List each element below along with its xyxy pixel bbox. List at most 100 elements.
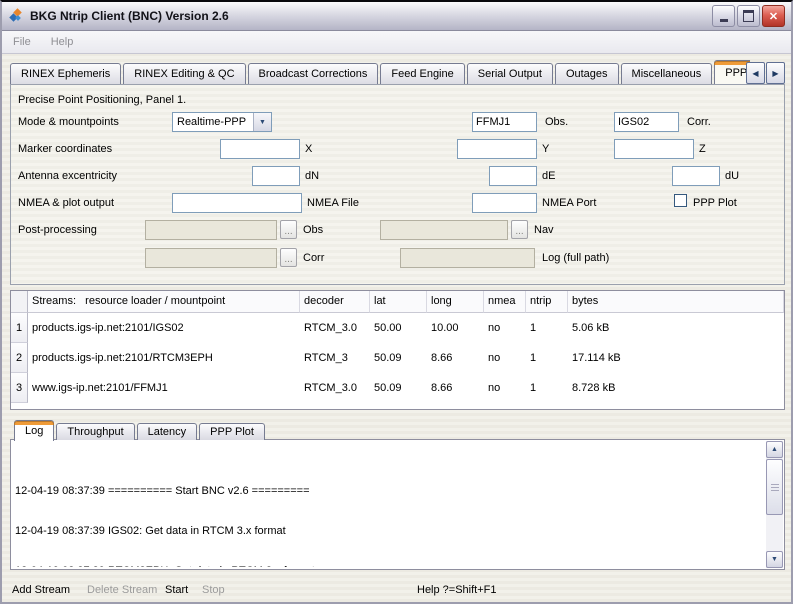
tab-feed-engine[interactable]: Feed Engine [380, 63, 464, 84]
stream-ntrip: 1 [526, 343, 568, 373]
chevron-right-icon: ▶ [772, 69, 778, 78]
tab-ppp-1[interactable]: PPP (1) [714, 60, 750, 84]
obs-mountpoint-input[interactable] [472, 112, 537, 132]
browse-corr-button[interactable]: ... [280, 248, 297, 267]
title-bar[interactable]: BKG Ntrip Client (BNC) Version 2.6 ✕ [2, 2, 791, 31]
tab-label: PPP Plot [210, 426, 254, 438]
ppp-plot-checkbox[interactable] [674, 194, 687, 207]
tab-latency[interactable]: Latency [137, 423, 198, 440]
log-scrollbar[interactable]: ▲ ▼ [766, 441, 783, 568]
stream-nmea: no [484, 313, 526, 343]
log-panel: 12-04-19 08:37:39 ========== Start BNC v… [10, 439, 785, 570]
tab-scroll-right-button[interactable]: ▶ [766, 62, 785, 84]
tab-broadcast-corrections[interactable]: Broadcast Corrections [248, 63, 379, 84]
log-line: 12-04-19 08:37:39 RTCM3EPH: Get data in … [15, 565, 764, 567]
stream-bytes: 17.114 kB [568, 343, 784, 373]
marker-x-input[interactable] [220, 139, 300, 159]
tab-ppp-plot[interactable]: PPP Plot [199, 423, 265, 440]
maximize-icon [743, 10, 754, 22]
antenna-de-input[interactable] [489, 166, 537, 186]
row-number-header [11, 291, 28, 313]
menu-bar: File Help [2, 31, 791, 54]
start-button[interactable]: Start [165, 584, 188, 596]
stop-button[interactable]: Stop [202, 584, 225, 596]
tab-label: RINEX Editing & QC [134, 68, 234, 80]
mode-combobox-value: Realtime-PPP [173, 116, 253, 128]
x-label: X [305, 143, 312, 155]
thumb-grip-icon [771, 484, 779, 485]
bnc-window: BKG Ntrip Client (BNC) Version 2.6 ✕ Fil… [0, 0, 793, 604]
nmea-plot-output-label: NMEA & plot output [18, 197, 114, 209]
tab-scroll-left-button[interactable]: ◀ [746, 62, 765, 84]
stream-row-1[interactable]: 1 products.igs-ip.net:2101/IGS02 RTCM_3.… [11, 313, 784, 343]
nmea-file-label: NMEA File [307, 197, 359, 209]
tab-label: Broadcast Corrections [259, 68, 368, 80]
add-stream-button[interactable]: Add Stream [12, 584, 70, 596]
antenna-dn-input[interactable] [252, 166, 300, 186]
stream-row-2[interactable]: 2 products.igs-ip.net:2101/RTCM3EPH RTCM… [11, 343, 784, 373]
row-number[interactable]: 1 [11, 313, 28, 343]
stream-decoder: RTCM_3.0 [300, 373, 370, 403]
nmea-file-input[interactable] [172, 193, 302, 213]
panel-heading: Precise Point Positioning, Panel 1. [18, 94, 186, 106]
col-lat: lat [370, 291, 427, 313]
browse-obs-button[interactable]: ... [280, 220, 297, 239]
scrollbar-thumb[interactable] [766, 459, 783, 515]
close-button[interactable]: ✕ [762, 5, 785, 27]
stream-nmea: no [484, 343, 526, 373]
stream-mountpoint: products.igs-ip.net:2101/RTCM3EPH [28, 343, 300, 373]
tab-label: Latency [148, 426, 187, 438]
stream-row-3[interactable]: 3 www.igs-ip.net:2101/FFMJ1 RTCM_3.0 50.… [11, 373, 784, 403]
post-nav-path-input[interactable] [380, 220, 508, 240]
minimize-button[interactable] [712, 5, 735, 27]
maximize-button[interactable] [737, 5, 760, 27]
marker-z-input[interactable] [614, 139, 694, 159]
y-label: Y [542, 143, 549, 155]
menu-help[interactable]: Help [51, 36, 74, 48]
stream-decoder: RTCM_3.0 [300, 313, 370, 343]
log-output: 12-04-19 08:37:39 ========== Start BNC v… [15, 442, 764, 567]
marker-coordinates-label: Marker coordinates [18, 143, 112, 155]
nmea-port-input[interactable] [472, 193, 537, 213]
tab-miscellaneous[interactable]: Miscellaneous [621, 63, 713, 84]
tab-rinex-ephemeris[interactable]: RINEX Ephemeris [10, 63, 121, 84]
mode-combobox[interactable]: Realtime-PPP ▼ [172, 112, 272, 132]
scroll-up-icon: ▲ [771, 446, 778, 453]
scroll-down-button[interactable]: ▼ [766, 551, 783, 568]
col-ntrip: ntrip [526, 291, 568, 313]
antenna-excentricity-label: Antenna excentricity [18, 170, 117, 182]
tab-serial-output[interactable]: Serial Output [467, 63, 553, 84]
tab-log[interactable]: Log [14, 420, 54, 441]
menu-file[interactable]: File [13, 36, 31, 48]
obs-label: Obs. [545, 116, 568, 128]
dn-label: dN [305, 170, 319, 182]
dropdown-arrow-icon[interactable]: ▼ [253, 113, 271, 131]
row-number[interactable]: 2 [11, 343, 28, 373]
log-tab-bar: Log Throughput Latency PPP Plot [14, 420, 265, 440]
scroll-up-button[interactable]: ▲ [766, 441, 783, 458]
antenna-du-input[interactable] [672, 166, 720, 186]
post-obs-path-input[interactable] [145, 220, 277, 240]
col-decoder: decoder [300, 291, 370, 313]
marker-y-input[interactable] [457, 139, 537, 159]
tab-outages[interactable]: Outages [555, 63, 619, 84]
corr-mountpoint-input[interactable] [614, 112, 679, 132]
nmea-port-label: NMEA Port [542, 197, 596, 209]
row-number[interactable]: 3 [11, 373, 28, 403]
stream-lat: 50.00 [370, 313, 427, 343]
z-label: Z [699, 143, 706, 155]
stream-long: 8.66 [427, 343, 484, 373]
delete-stream-button[interactable]: Delete Stream [87, 584, 157, 596]
post-processing-label: Post-processing [18, 224, 97, 236]
post-log-path-input[interactable] [400, 248, 535, 268]
help-shortcut-label: Help ?=Shift+F1 [417, 584, 497, 596]
log-line: 12-04-19 08:37:39 ========== Start BNC v… [15, 485, 764, 498]
browse-nav-button[interactable]: ... [511, 220, 528, 239]
tab-rinex-editing-qc[interactable]: RINEX Editing & QC [123, 63, 245, 84]
mode-mountpoints-label: Mode & mountpoints [18, 116, 119, 128]
app-icon [8, 8, 24, 24]
tab-label: RINEX Ephemeris [21, 68, 110, 80]
post-corr-path-input[interactable] [145, 248, 277, 268]
tab-throughput[interactable]: Throughput [56, 423, 134, 440]
ppp-plot-label: PPP Plot [693, 197, 737, 209]
